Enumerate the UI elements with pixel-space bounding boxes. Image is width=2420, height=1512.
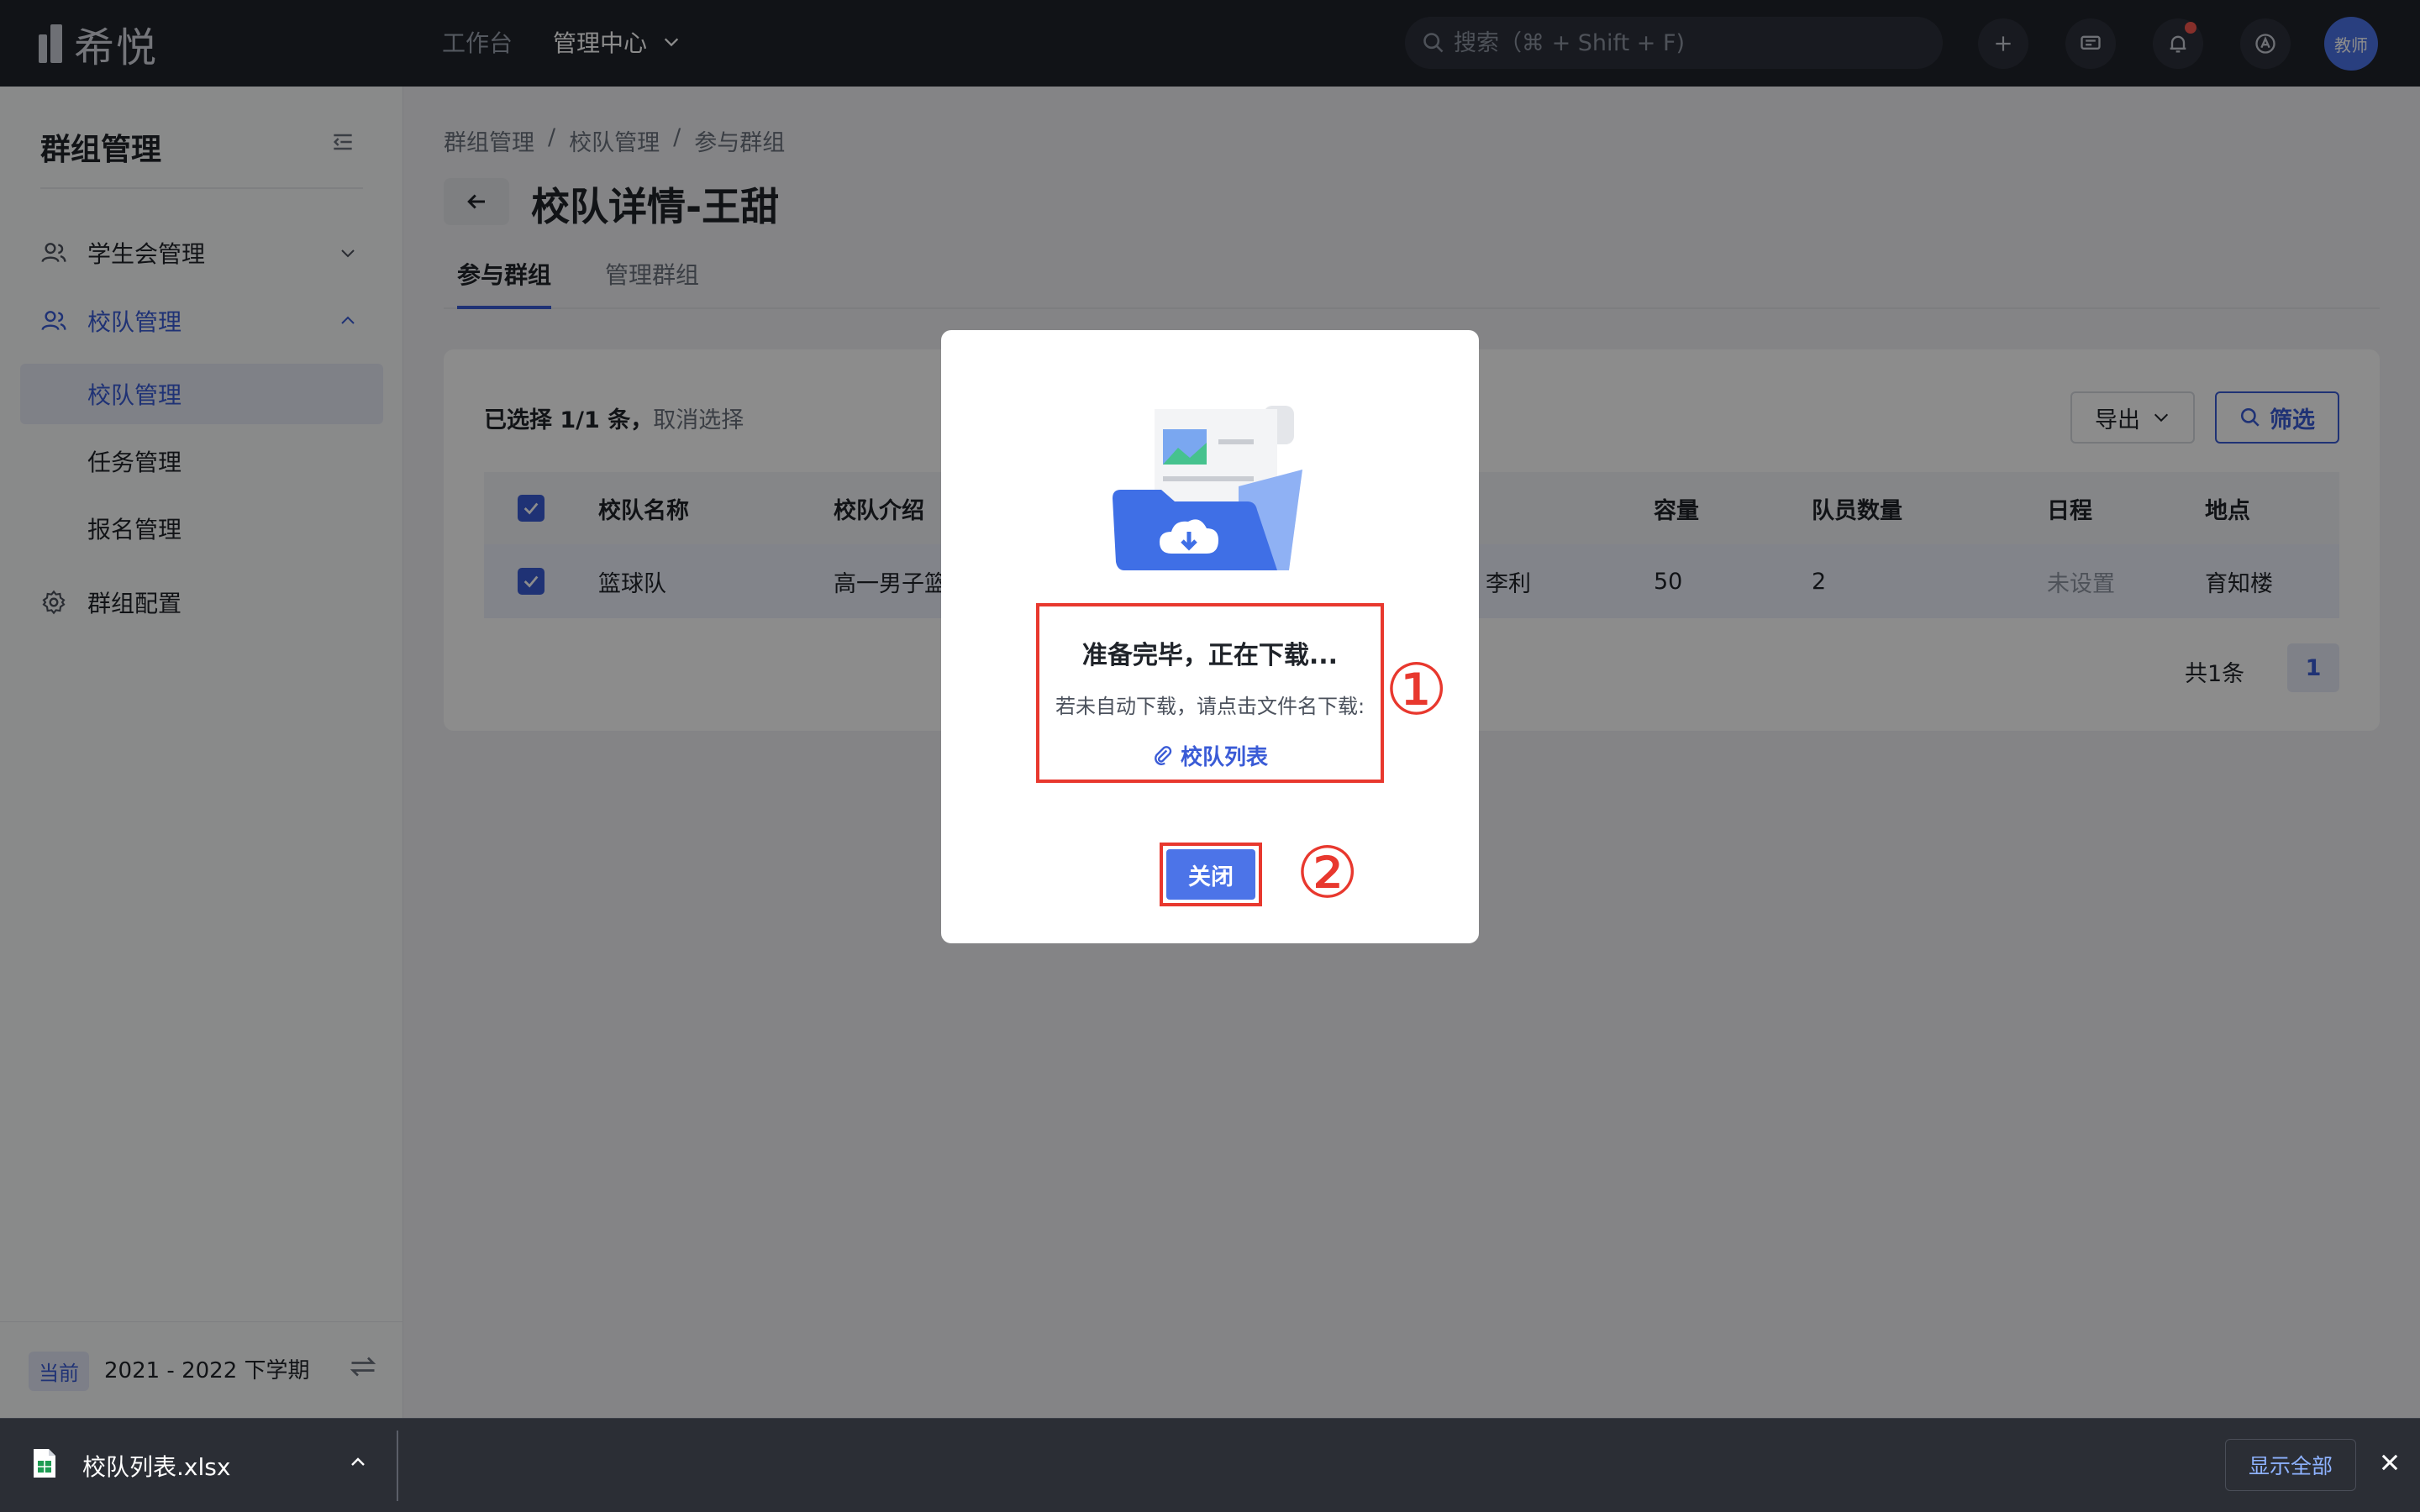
annotation-number-1: ① [1385,648,1449,731]
close-icon[interactable] [2378,1451,2402,1474]
download-folder-illustration [1113,406,1302,570]
annotation-number-2: ② [1296,832,1360,914]
download-bar-separator [397,1431,398,1501]
paperclip-icon [1155,745,1172,765]
download-bar: 校队列表.xlsx 显示全部 [0,1418,2420,1512]
chevron-up-icon[interactable] [348,1452,368,1473]
download-modal: 准备完毕，正在下载... 若未自动下载，请点击文件名下载: 校队列表 关闭 ① … [941,330,1479,943]
file-download-link[interactable]: 校队列表 [941,740,1479,771]
show-all-button[interactable]: 显示全部 [2225,1439,2356,1491]
file-link-label: 校队列表 [1180,745,1268,770]
downloaded-file-name[interactable]: 校队列表.xlsx [82,1449,230,1483]
excel-file-icon [34,1449,55,1478]
close-button[interactable]: 关闭 [1166,849,1255,900]
